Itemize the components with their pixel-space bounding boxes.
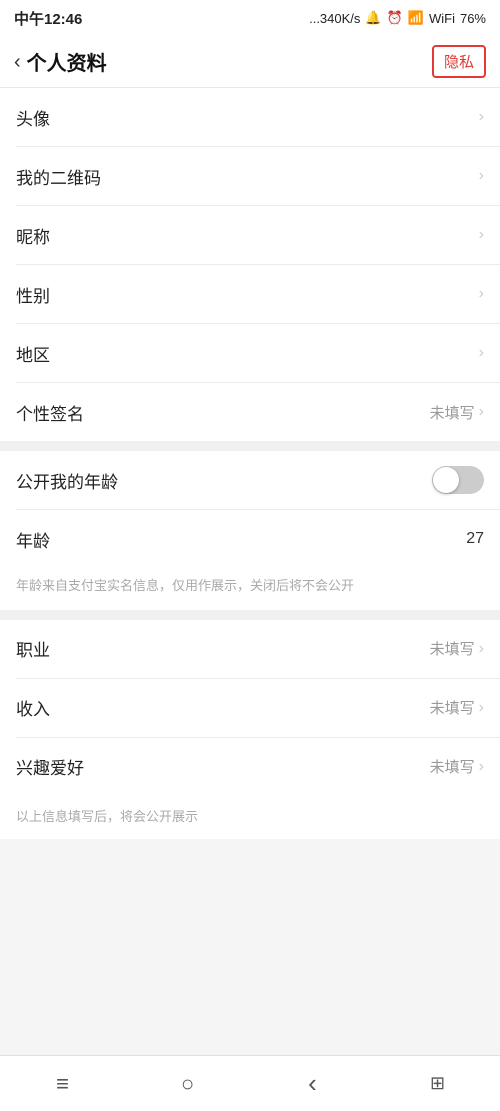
signature-right: 未填写 › — [430, 402, 484, 423]
qrcode-chevron: › — [479, 167, 484, 185]
signature-chevron: › — [479, 403, 484, 421]
show-age-label: 公开我的年龄 — [16, 468, 118, 493]
career-item[interactable]: 职业 未填写 › — [0, 620, 500, 678]
alarm-icon: ⏰ — [387, 10, 403, 26]
avatar-chevron: › — [479, 108, 484, 126]
age-toggle[interactable] — [432, 466, 484, 494]
wifi-icon: WiFi — [429, 11, 455, 26]
show-age-item[interactable]: 公开我的年龄 — [0, 451, 500, 509]
career-value: 未填写 — [430, 638, 475, 659]
qrcode-label: 我的二维码 — [16, 164, 101, 189]
back-nav-button[interactable]: ‹ — [250, 1068, 375, 1099]
battery-icon: 76% — [460, 11, 486, 26]
signal-icon: 📶 — [408, 10, 424, 26]
avatar-right: › — [479, 108, 484, 126]
menu-button[interactable]: ≡ — [0, 1071, 125, 1097]
income-value: 未填写 — [430, 697, 475, 718]
avatar-label: 头像 — [16, 105, 50, 130]
home-button[interactable]: ○ — [125, 1071, 250, 1097]
age-note: 年龄来自支付宝实名信息，仅用作展示，关闭后将不会公开 — [0, 568, 500, 610]
profile-section: 职业 未填写 › 收入 未填写 › 兴趣爱好 未填写 › 以上信息填写后，将会公… — [0, 620, 500, 839]
nickname-right: › — [479, 226, 484, 244]
share-icon: ⊞ — [430, 1073, 445, 1094]
signature-item[interactable]: 个性签名 未填写 › — [0, 383, 500, 441]
toggle-thumb — [433, 467, 459, 493]
career-label: 职业 — [16, 636, 50, 661]
region-chevron: › — [479, 344, 484, 362]
status-right: ...340K/s 🔔 ⏰ 📶 WiFi 76% — [309, 10, 486, 26]
back-button[interactable]: ‹ 个人资料 — [14, 47, 107, 76]
interests-label: 兴趣爱好 — [16, 754, 84, 779]
gender-right: › — [479, 285, 484, 303]
share-button[interactable]: ⊞ — [375, 1073, 500, 1094]
status-bar: 中午12:46 ...340K/s 🔔 ⏰ 📶 WiFi 76% — [0, 0, 500, 36]
menu-icon: ≡ — [56, 1071, 69, 1097]
status-time: 中午12:46 — [14, 8, 82, 29]
region-label: 地区 — [16, 341, 50, 366]
basic-info-section: 头像 › 我的二维码 › 昵称 › 性别 › 地区 › 个性签名 — [0, 88, 500, 441]
interests-value: 未填写 — [430, 756, 475, 777]
nickname-item[interactable]: 昵称 › — [0, 206, 500, 264]
bottom-spacer — [0, 839, 500, 919]
region-item[interactable]: 地区 › — [0, 324, 500, 382]
bottom-nav: ≡ ○ ‹ ⊞ — [0, 1055, 500, 1111]
network-speed: ...340K/s — [309, 11, 360, 26]
age-section: 公开我的年龄 年龄 27 年龄来自支付宝实名信息，仅用作展示，关闭后将不会公开 — [0, 451, 500, 610]
back-nav-icon: ‹ — [308, 1068, 317, 1099]
signature-value: 未填写 — [430, 402, 475, 423]
gender-chevron: › — [479, 285, 484, 303]
public-note: 以上信息填写后，将会公开展示 — [0, 796, 500, 839]
gender-item[interactable]: 性别 › — [0, 265, 500, 323]
career-chevron: › — [479, 640, 484, 658]
qrcode-item[interactable]: 我的二维码 › — [0, 147, 500, 205]
privacy-button[interactable]: 隐私 — [432, 45, 486, 78]
age-value: 27 — [466, 530, 484, 548]
age-label: 年龄 — [16, 527, 50, 552]
page-title: 个人资料 — [27, 47, 107, 76]
nav-bar: ‹ 个人资料 隐私 — [0, 36, 500, 88]
interests-right: 未填写 › — [430, 756, 484, 777]
signature-label: 个性签名 — [16, 400, 84, 425]
region-right: › — [479, 344, 484, 362]
interests-chevron: › — [479, 758, 484, 776]
section-divider-1 — [0, 441, 500, 451]
qrcode-right: › — [479, 167, 484, 185]
nickname-chevron: › — [479, 226, 484, 244]
career-right: 未填写 › — [430, 638, 484, 659]
interests-item[interactable]: 兴趣爱好 未填写 › — [0, 738, 500, 796]
nickname-label: 昵称 — [16, 223, 50, 248]
income-right: 未填写 › — [430, 697, 484, 718]
notification-icon: 🔔 — [365, 10, 381, 26]
income-chevron: › — [479, 699, 484, 717]
income-item[interactable]: 收入 未填写 › — [0, 679, 500, 737]
section-divider-2 — [0, 610, 500, 620]
avatar-item[interactable]: 头像 › — [0, 88, 500, 146]
age-item: 年龄 27 — [0, 510, 500, 568]
gender-label: 性别 — [16, 282, 50, 307]
back-icon: ‹ — [14, 52, 21, 72]
home-icon: ○ — [181, 1071, 194, 1097]
income-label: 收入 — [16, 695, 50, 720]
